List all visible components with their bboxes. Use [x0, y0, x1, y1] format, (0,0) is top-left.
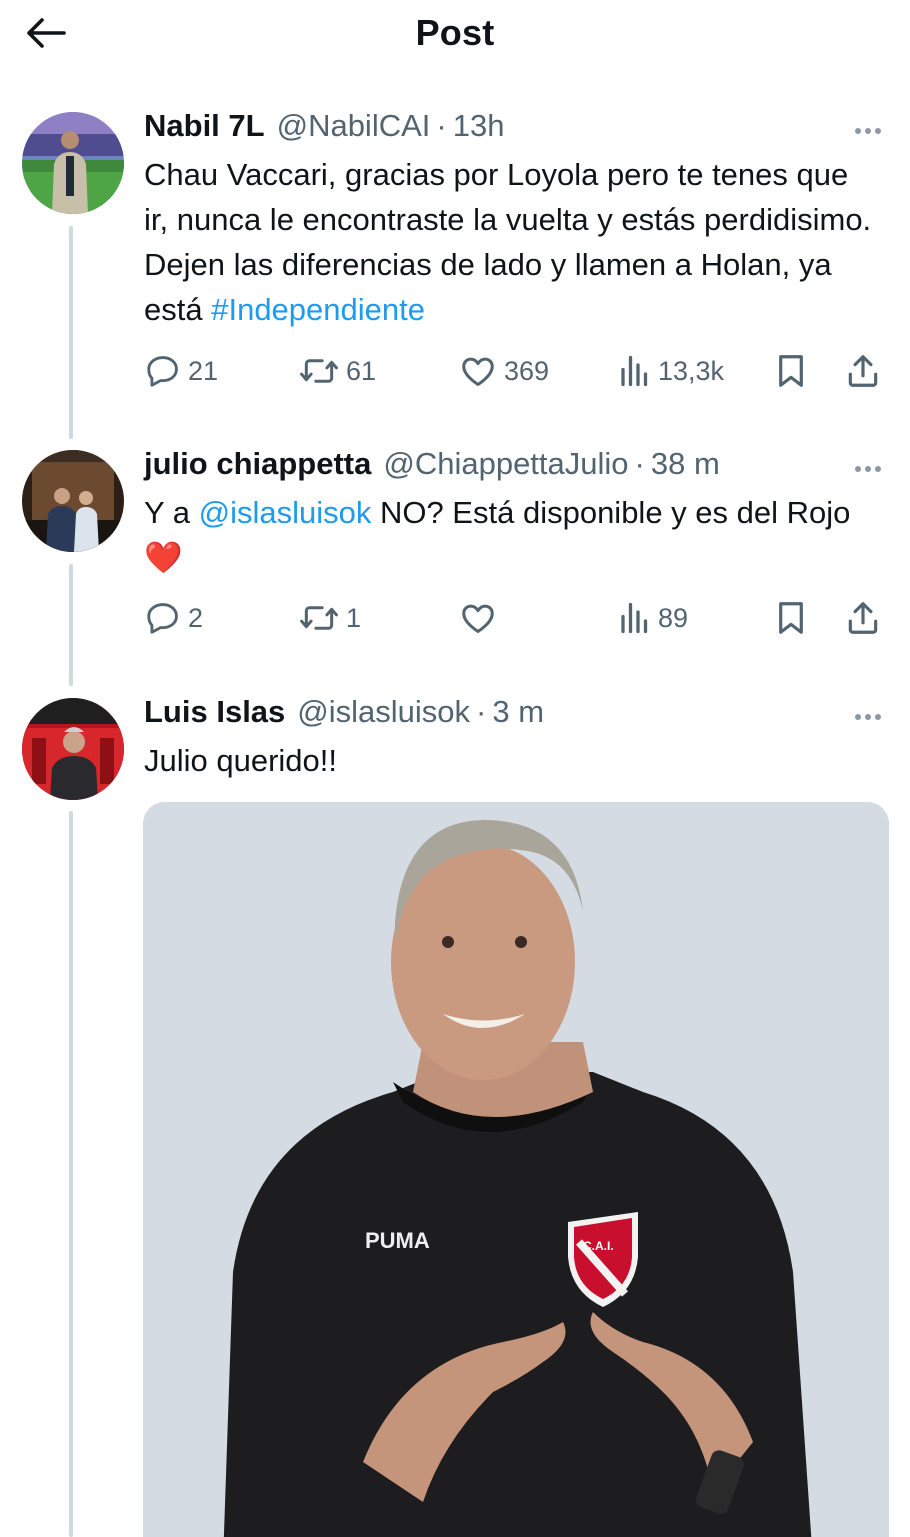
bookmark-button[interactable] — [774, 346, 808, 396]
repost-button[interactable]: 61 — [298, 346, 376, 396]
avatar[interactable] — [22, 450, 124, 552]
author-name[interactable]: Nabil 7L — [144, 108, 265, 144]
reply-icon — [147, 603, 178, 634]
shirt-brand-text: PUMA — [365, 1228, 430, 1253]
more-button[interactable] — [848, 116, 888, 146]
views-icon — [621, 355, 648, 387]
like-icon — [462, 357, 494, 386]
more-button[interactable] — [848, 702, 888, 732]
repost-count: 61 — [346, 355, 377, 386]
share-icon — [848, 602, 878, 634]
like-button[interactable]: 369 — [458, 346, 549, 396]
author-handle[interactable]: @ChiappettaJulio — [383, 446, 628, 482]
views-button[interactable]: 89 — [618, 593, 688, 643]
author-name[interactable]: julio chiappetta — [144, 446, 371, 482]
tweet[interactable]: Nabil 7L @NabilCAI · 13h Chau Vaccari, g… — [0, 0, 910, 440]
tweet-text: Chau Vaccari, gracias por Loyola pero te… — [144, 157, 872, 327]
separator: · — [436, 108, 447, 143]
views-count: 89 — [658, 602, 689, 633]
more-icon — [855, 466, 861, 472]
author-handle[interactable]: @NabilCAI — [277, 108, 431, 144]
separator: · — [476, 694, 487, 729]
tweet-text: Julio querido!! — [144, 743, 338, 778]
repost-count: 1 — [346, 602, 362, 633]
views-button[interactable]: 13,3k — [618, 346, 724, 396]
repost-icon — [300, 359, 338, 383]
tweet-actions: 2 1 89 — [144, 593, 890, 643]
hashtag-link[interactable]: #Independiente — [211, 292, 425, 327]
tweet[interactable]: julio chiappetta @ChiappettaJulio · 38 m… — [0, 440, 910, 688]
author-name[interactable]: Luis Islas — [144, 694, 285, 730]
reply-count: 2 — [188, 602, 204, 633]
separator: · — [634, 446, 645, 481]
more-button[interactable] — [848, 454, 888, 484]
reply-icon — [147, 356, 178, 387]
more-icon — [855, 128, 861, 134]
crest-text: C.A.I. — [583, 1239, 614, 1253]
bookmark-button[interactable] — [774, 593, 808, 643]
views-count: 13,3k — [658, 355, 725, 386]
timestamp[interactable]: 3 m — [492, 694, 544, 730]
tweet-photo[interactable]: PUMA C.A.I. — [143, 802, 889, 1537]
repost-button[interactable]: 1 — [298, 593, 361, 643]
avatar[interactable] — [22, 698, 124, 800]
tweet-actions: 21 61 369 13,3k — [144, 346, 890, 396]
bookmark-icon — [779, 355, 803, 387]
more-icon — [855, 714, 861, 720]
like-count: 369 — [504, 355, 550, 386]
views-icon — [621, 602, 648, 634]
mention-link[interactable]: @islasluisok — [199, 495, 372, 530]
repost-icon — [300, 606, 338, 630]
reply-count: 21 — [188, 355, 219, 386]
timestamp[interactable]: 13h — [453, 108, 505, 144]
avatar[interactable] — [22, 112, 124, 214]
share-button[interactable] — [844, 593, 882, 643]
author-handle[interactable]: @islasluisok — [297, 694, 470, 730]
share-icon — [848, 355, 878, 387]
like-icon — [462, 604, 494, 633]
reply-button[interactable]: 2 — [144, 593, 203, 643]
timestamp[interactable]: 38 m — [651, 446, 720, 482]
like-button[interactable] — [458, 593, 504, 643]
share-button[interactable] — [844, 346, 882, 396]
reply-button[interactable]: 21 — [144, 346, 218, 396]
bookmark-icon — [779, 602, 803, 634]
tweet-text: Y a @islasluisok NO? Está disponible y e… — [144, 495, 851, 575]
